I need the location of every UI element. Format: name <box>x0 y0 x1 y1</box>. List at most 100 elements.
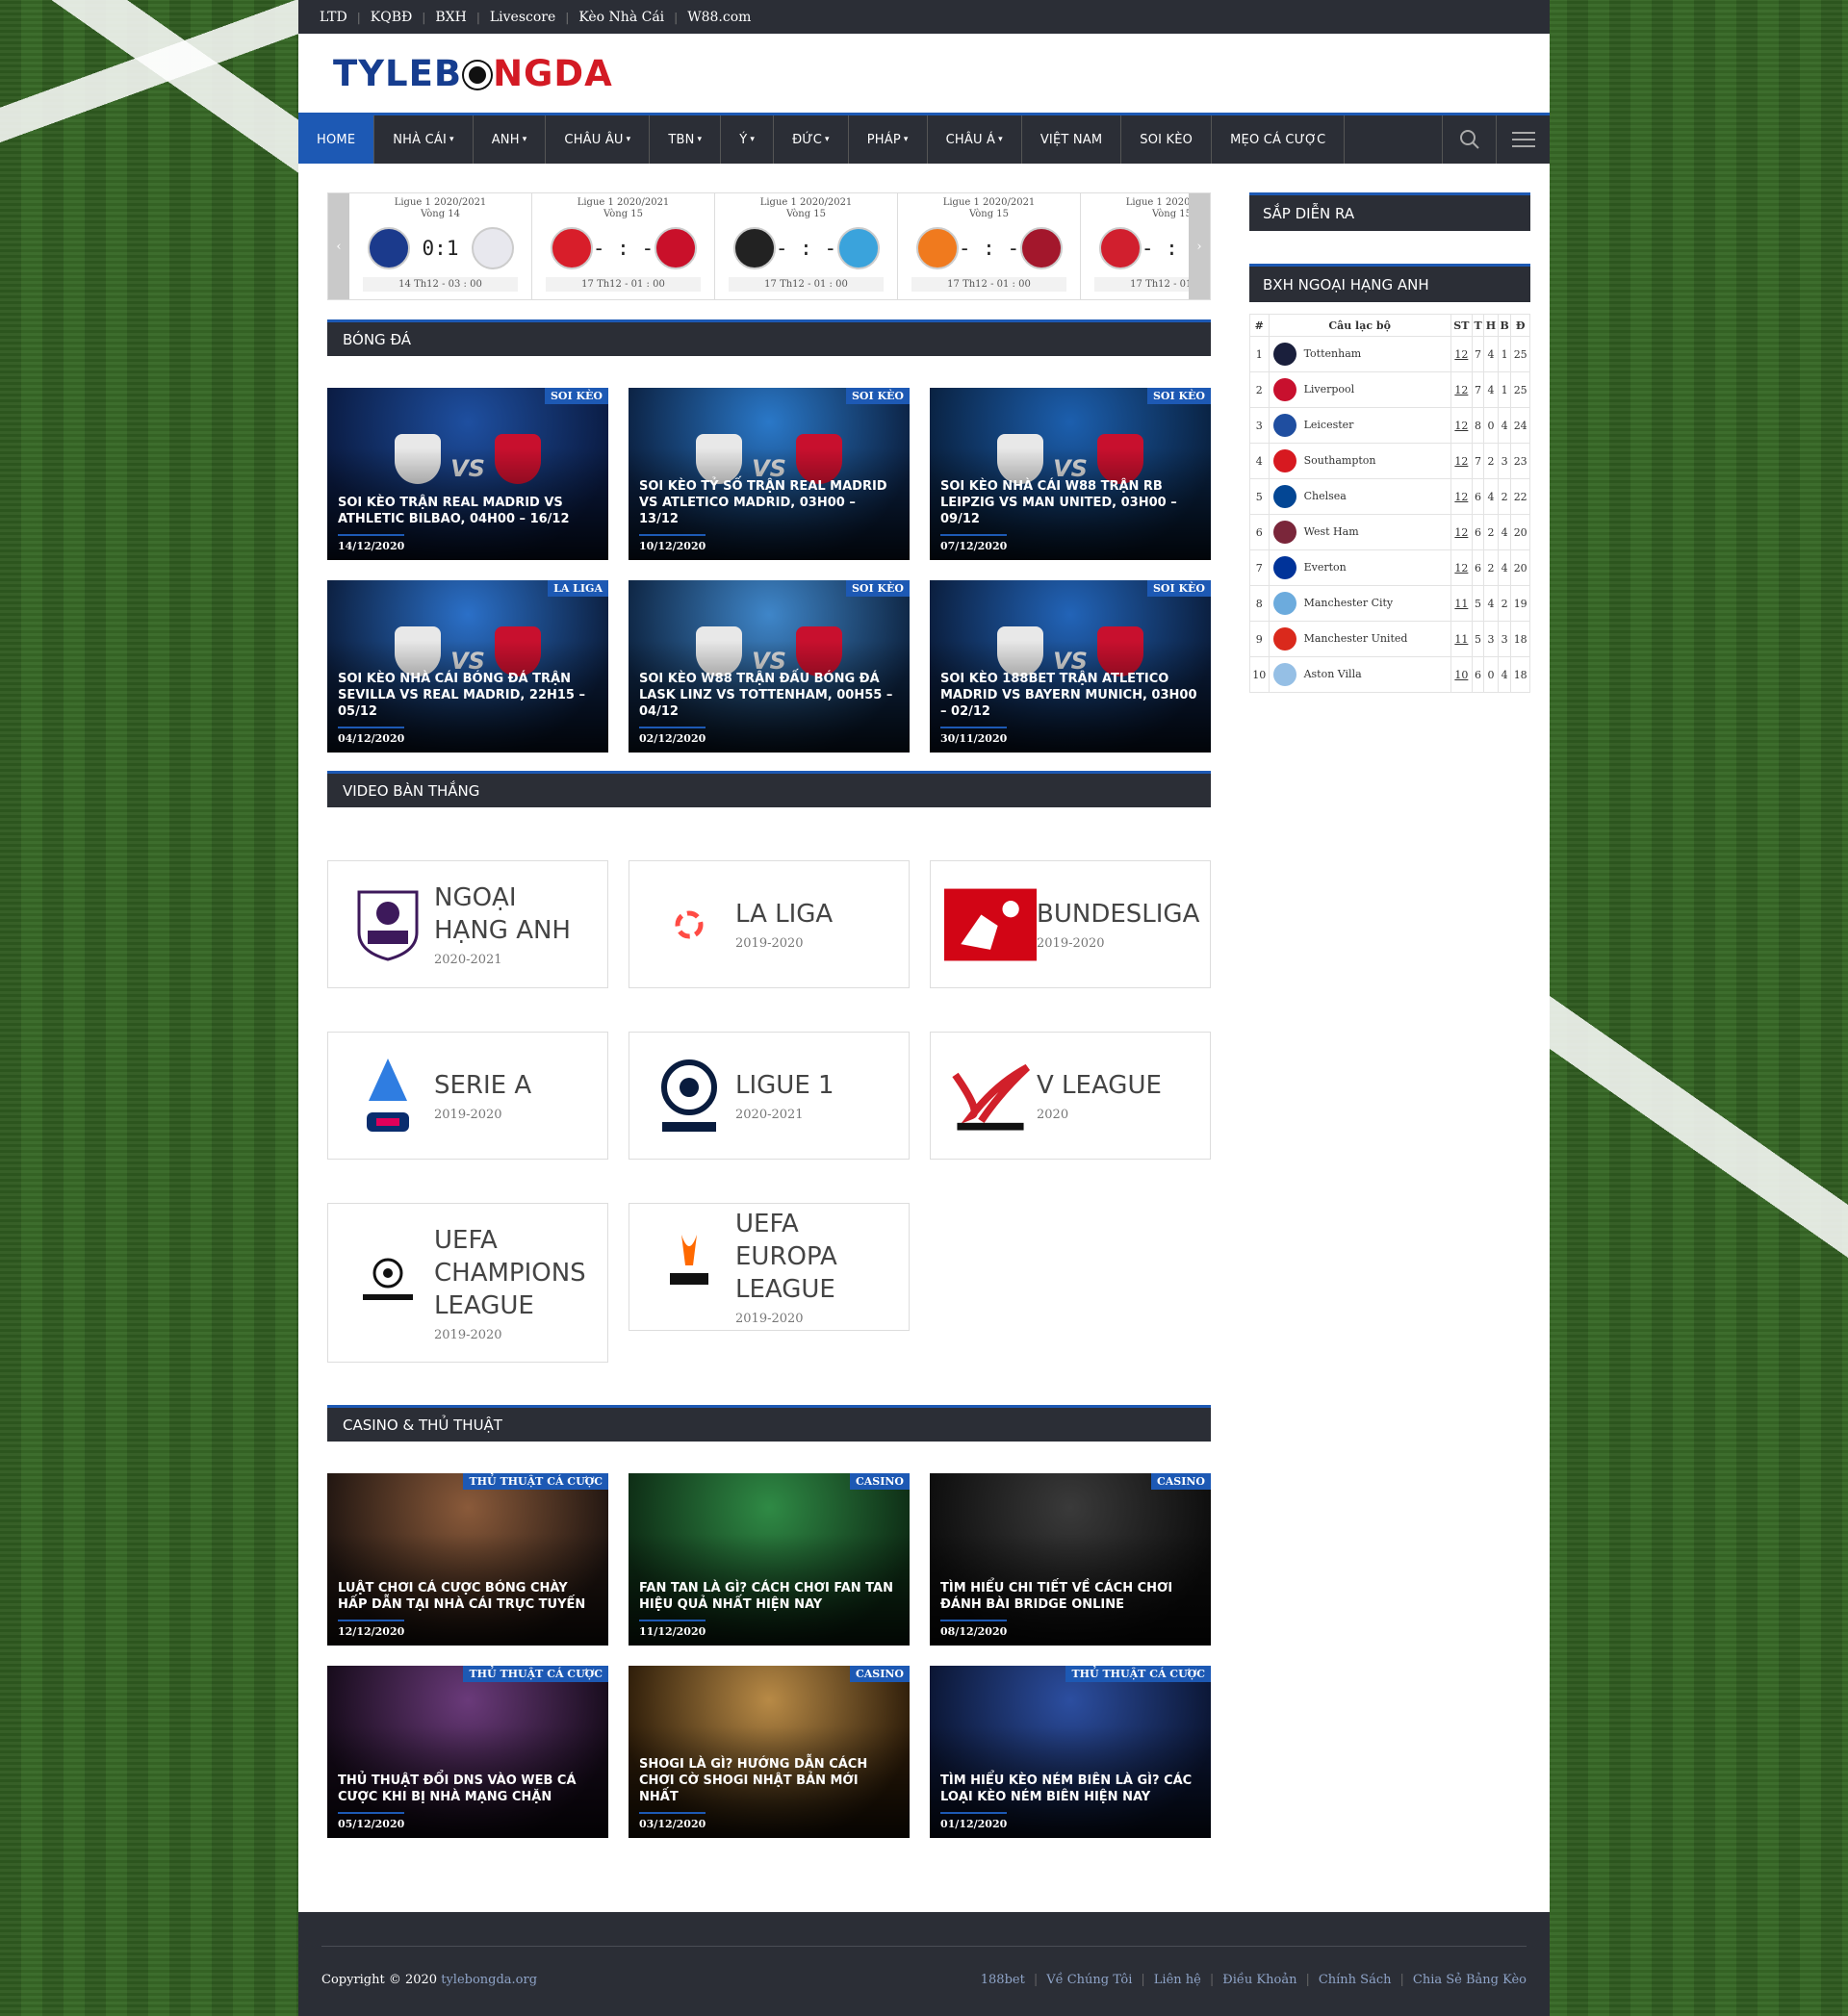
footer-link[interactable]: Chính Sách <box>1319 1973 1392 1987</box>
league-name[interactable]: LIGUE 1 <box>735 1069 834 1102</box>
post-title[interactable]: SOI KÈO W88 TRẬN ĐẤU BÓNG ĐÁ LASK LINZ V… <box>639 671 899 720</box>
post-card[interactable]: THỦ THUẬT CÁ CƯỢC TÌM HIỂU KÈO NÉM BIÊN L… <box>930 1666 1211 1838</box>
topbar-link[interactable]: W88.com <box>687 10 751 25</box>
played-cell[interactable]: 12 <box>1450 371 1474 408</box>
league-name[interactable]: SERIE A <box>434 1069 531 1102</box>
footer-link[interactable]: 188bet <box>981 1973 1025 1987</box>
footer-link[interactable]: Liên hệ <box>1154 1973 1201 1987</box>
category-badge[interactable]: SOI KÈO <box>845 388 910 404</box>
match-card[interactable]: Ligue 1 2020/2021 Vòng 14 0:1 14 Th12 - 03 … <box>349 193 532 299</box>
played-cell[interactable]: 12 <box>1450 336 1474 372</box>
site-logo[interactable]: TYLEB NGDA <box>333 53 613 94</box>
table-row[interactable]: 2 Liverpool 12 7 4 1 25 <box>1249 371 1530 408</box>
match-card[interactable]: Ligue 1 2020/2021 Vòng 15 - : - 17 Th12 - 0… <box>898 193 1081 299</box>
post-title[interactable]: SOI KÈO NHÀ CÁI W88 TRẬN RB LEIPZIG VS M… <box>940 478 1200 527</box>
league-card[interactable]: UEFA CHAMPIONS LEAGUE 2019-2020 <box>327 1203 608 1363</box>
post-card[interactable]: VSLA LIGASOI KÈO NHÀ CÁI BÓNG ĐÁ TRẬN SE… <box>327 580 608 753</box>
post-card[interactable]: VSSOI KÈOSOI KÈO NHÀ CÁI W88 TRẬN RB LEI… <box>930 388 1211 560</box>
post-card[interactable]: CASINO FAN TAN LÀ GÌ? CÁCH CHƠI FAN TAN H… <box>629 1473 910 1646</box>
club-name[interactable]: Chelsea <box>1304 490 1347 502</box>
post-card[interactable]: CASINO TÌM HIỂU CHI TIẾT VỀ CÁCH CHƠI ĐÁN… <box>930 1473 1211 1646</box>
post-title[interactable]: SOI KÈO TỶ SỐ TRẬN REAL MADRID VS ATLETI… <box>639 478 899 527</box>
post-title[interactable]: TÌM HIỂU KÈO NÉM BIÊN LÀ GÌ? CÁC LOẠI KÈ… <box>940 1773 1200 1805</box>
table-row[interactable]: 3 Leicester 12 8 0 4 24 <box>1249 407 1530 444</box>
league-card[interactable]: BUNDESLIGA 2019-2020 <box>930 860 1211 988</box>
club-name[interactable]: Manchester City <box>1304 597 1394 609</box>
section-header-video[interactable]: VIDEO BÀN THẮNG <box>327 771 1211 807</box>
nav-item[interactable]: SOI KÈO <box>1121 115 1213 164</box>
table-row[interactable]: 6 West Ham 12 6 2 4 20 <box>1249 514 1530 550</box>
table-row[interactable]: 5 Chelsea 12 6 4 2 22 <box>1249 478 1530 515</box>
nav-item[interactable]: ĐỨC ▾ <box>774 115 849 164</box>
nav-item[interactable]: TBN ▾ <box>650 115 722 164</box>
category-badge[interactable]: CASINO <box>849 1473 910 1490</box>
topbar-link[interactable]: Kèo Nhà Cái <box>578 10 664 25</box>
league-name[interactable]: V LEAGUE <box>1037 1069 1162 1102</box>
topbar-link[interactable]: Livescore <box>490 10 555 25</box>
league-card[interactable]: LIGUE 1 2020-2021 <box>629 1032 910 1160</box>
post-card[interactable]: VSSOI KÈOSOI KÈO TRẬN REAL MADRID VS ATH… <box>327 388 608 560</box>
match-card[interactable]: Ligue 1 2020/2021 Vòng 15 - : - 17 Th12 - 0… <box>715 193 898 299</box>
topbar-link[interactable]: BXH <box>435 10 466 25</box>
post-card[interactable]: THỦ THUẬT CÁ CƯỢC LUẬT CHƠI CÁ CƯỢC BÓNG … <box>327 1473 608 1646</box>
league-card[interactable]: V LEAGUE 2020 <box>930 1032 1211 1160</box>
category-badge[interactable]: LA LIGA <box>548 580 608 597</box>
table-row[interactable]: 8 Manchester City 11 5 4 2 19 <box>1249 585 1530 622</box>
nav-item[interactable]: VIỆT NAM <box>1022 115 1122 164</box>
table-row[interactable]: 10 Aston Villa 10 6 0 4 18 <box>1249 656 1530 693</box>
category-badge[interactable]: THỦ THUẬT CÁ CƯỢC <box>1065 1666 1211 1682</box>
club-name[interactable]: Tottenham <box>1304 347 1362 360</box>
category-badge[interactable]: THỦ THUẬT CÁ CƯỢC <box>463 1473 608 1490</box>
post-title[interactable]: FAN TAN LÀ GÌ? CÁCH CHƠI FAN TAN HIỆU QU… <box>639 1580 899 1613</box>
footer-link[interactable]: Điều Khoản <box>1222 1973 1296 1987</box>
league-name[interactable]: LA LIGA <box>735 898 833 931</box>
played-cell[interactable]: 12 <box>1450 478 1474 515</box>
club-name[interactable]: Everton <box>1304 561 1347 574</box>
topbar-link[interactable]: LTD <box>320 10 347 25</box>
nav-item[interactable]: MẸO CÁ CƯỢC <box>1212 115 1346 164</box>
club-name[interactable]: Liverpool <box>1304 383 1355 396</box>
table-row[interactable]: 7 Everton 12 6 2 4 20 <box>1249 549 1530 586</box>
section-header-football[interactable]: BÓNG ĐÁ <box>327 319 1211 356</box>
table-row[interactable]: 1 Tottenham 12 7 4 1 25 <box>1249 336 1530 372</box>
category-badge[interactable]: THỦ THUẬT CÁ CƯỢC <box>463 1666 608 1682</box>
category-badge[interactable]: SOI KÈO <box>1146 580 1211 597</box>
site-link[interactable]: tylebongda.org <box>441 1973 537 1987</box>
match-card[interactable]: Ligue 1 2020/2021 Vòng 15 - : - 17 Th12 - 0… <box>532 193 715 299</box>
post-title[interactable]: SOI KÈO NHÀ CÁI BÓNG ĐÁ TRẬN SEVILLA VS … <box>338 671 598 720</box>
club-name[interactable]: Manchester United <box>1304 632 1408 645</box>
league-name[interactable]: UEFA CHAMPIONS LEAGUE <box>434 1224 594 1322</box>
nav-item[interactable]: ANH ▾ <box>474 115 547 164</box>
menu-button[interactable] <box>1496 115 1550 164</box>
league-card[interactable]: UEFA EUROPA LEAGUE 2019-2020 <box>629 1203 910 1331</box>
category-badge[interactable]: SOI KÈO <box>845 580 910 597</box>
nav-item[interactable]: HOME <box>298 115 375 164</box>
club-name[interactable]: Southampton <box>1304 454 1376 467</box>
category-badge[interactable]: SOI KÈO <box>1146 388 1211 404</box>
post-title[interactable]: SOI KÈO TRẬN REAL MADRID VS ATHLETIC BIL… <box>338 495 598 527</box>
slider-prev-button[interactable]: ‹ <box>328 193 349 299</box>
category-badge[interactable]: CASINO <box>1150 1473 1211 1490</box>
club-name[interactable]: West Ham <box>1304 525 1359 538</box>
slider-next-button[interactable]: › <box>1189 193 1210 299</box>
played-cell[interactable]: 11 <box>1450 585 1474 622</box>
nav-item[interactable]: PHÁP ▾ <box>849 115 928 164</box>
played-cell[interactable]: 12 <box>1450 407 1474 444</box>
post-card[interactable]: CASINO SHOGI LÀ GÌ? HƯỚNG DẪN CÁCH CHƠI C… <box>629 1666 910 1838</box>
post-title[interactable]: SOI KÈO 188BET TRẬN ATLETICO MADRID VS B… <box>940 671 1200 720</box>
played-cell[interactable]: 11 <box>1450 621 1474 657</box>
league-name[interactable]: UEFA EUROPA LEAGUE <box>735 1208 895 1306</box>
table-row[interactable]: 4 Southampton 12 7 2 3 23 <box>1249 443 1530 479</box>
post-card[interactable]: VSSOI KÈOSOI KÈO 188BET TRẬN ATLETICO MA… <box>930 580 1211 753</box>
post-card[interactable]: VSSOI KÈOSOI KÈO W88 TRẬN ĐẤU BÓNG ĐÁ LA… <box>629 580 910 753</box>
footer-link[interactable]: Về Chúng Tôi <box>1046 1973 1132 1987</box>
nav-item[interactable]: CHÂU Á ▾ <box>928 115 1022 164</box>
search-button[interactable] <box>1442 115 1496 164</box>
section-header-casino[interactable]: CASINO & THỦ THUẬT <box>327 1405 1211 1442</box>
league-name[interactable]: NGOẠI HẠNG ANH <box>434 881 594 947</box>
played-cell[interactable]: 10 <box>1450 656 1474 693</box>
nav-item[interactable]: CHÂU ÂU ▾ <box>546 115 651 164</box>
post-title[interactable]: THỦ THUẬT ĐỔI DNS VÀO WEB CÁ CƯỢC KHI BỊ… <box>338 1773 598 1805</box>
league-name[interactable]: BUNDESLIGA <box>1037 898 1199 931</box>
played-cell[interactable]: 12 <box>1450 549 1474 586</box>
